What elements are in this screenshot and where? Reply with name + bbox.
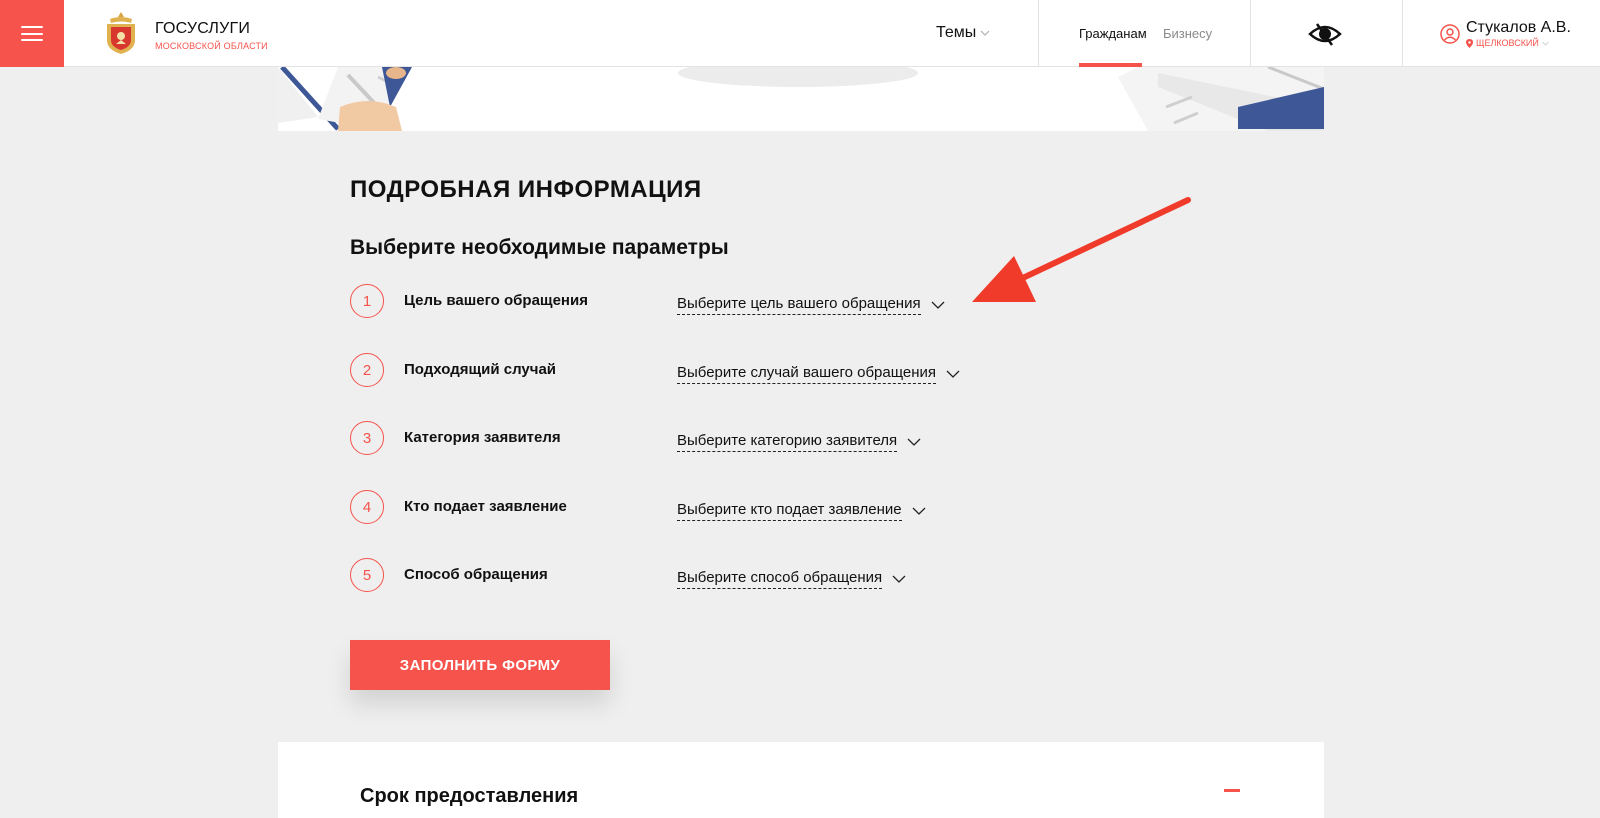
chevron-down-icon	[980, 30, 990, 36]
active-tab-indicator	[1079, 63, 1142, 67]
brand-title: ГОСУСЛУГИ	[155, 20, 251, 37]
param-row-category: 3 Категория заявителя Выберите категорию…	[350, 421, 1050, 461]
chevron-down-icon	[931, 301, 945, 309]
chevron-down-icon	[1542, 41, 1549, 45]
menu-icon	[21, 26, 43, 41]
select-value: Выберите кто подает заявление	[677, 501, 902, 521]
param-label: Цель вашего обращения	[404, 292, 588, 309]
chevron-down-icon	[946, 370, 960, 378]
tab-citizens[interactable]: Гражданам	[1079, 26, 1147, 41]
param-row-applicant: 4 Кто подает заявление Выберите кто пода…	[350, 490, 1050, 530]
brand-subtitle: МОСКОВСКОЙ ОБЛАСТИ	[155, 41, 268, 51]
category-select[interactable]: Выберите категорию заявителя	[677, 432, 921, 452]
coat-of-arms-logo[interactable]	[104, 10, 138, 56]
param-label: Категория заявителя	[404, 429, 561, 446]
step-number: 2	[350, 353, 384, 387]
fill-form-button[interactable]: ЗАПОЛНИТЬ ФОРМУ	[350, 640, 610, 690]
select-value: Выберите случай вашего обращения	[677, 364, 937, 384]
themes-label: Темы	[936, 24, 977, 41]
step-number: 1	[350, 284, 384, 318]
method-select[interactable]: Выберите способ обращения	[677, 569, 906, 589]
location-pin-icon	[1466, 38, 1473, 48]
param-row-case: 2 Подходящий случай Выберите случай ваше…	[350, 353, 1050, 393]
user-city: ЩЕЛКОВСКИЙ	[1476, 38, 1539, 48]
step-number: 3	[350, 421, 384, 455]
minus-icon[interactable]	[1224, 789, 1240, 792]
divider	[1038, 0, 1039, 67]
section-title: ПОДРОБНАЯ ИНФОРМАЦИЯ	[350, 176, 702, 203]
section-subtitle: Выберите необходимые параметры	[350, 236, 729, 259]
purpose-select[interactable]: Выберите цель вашего обращения	[677, 295, 945, 315]
brand[interactable]: ГОСУСЛУГИ МОСКОВСКОЙ ОБЛАСТИ	[155, 20, 268, 52]
chevron-down-icon	[892, 575, 906, 583]
accordion-duration[interactable]: Срок предоставления	[278, 742, 1324, 818]
top-header: ГОСУСЛУГИ МОСКОВСКОЙ ОБЛАСТИ Темы Гражда…	[0, 0, 1600, 67]
select-value: Выберите категорию заявителя	[677, 432, 898, 452]
param-label: Кто подает заявление	[404, 498, 567, 515]
accordion-title: Срок предоставления	[360, 785, 579, 807]
case-select[interactable]: Выберите случай вашего обращения	[677, 364, 960, 384]
themes-dropdown[interactable]: Темы	[936, 24, 990, 42]
divider	[1402, 0, 1403, 67]
chevron-down-icon	[907, 438, 921, 446]
param-label: Подходящий случай	[404, 361, 557, 378]
applicant-select[interactable]: Выберите кто подает заявление	[677, 501, 926, 521]
param-row-purpose: 1 Цель вашего обращения Выберите цель ва…	[350, 284, 1050, 324]
user-name[interactable]: Стукалов А.В.	[1466, 19, 1571, 37]
step-number: 4	[350, 490, 384, 524]
select-value: Выберите способ обращения	[677, 569, 883, 589]
param-row-method: 5 Способ обращения Выберите способ обращ…	[350, 558, 1050, 598]
banner-artwork	[278, 67, 1324, 131]
annotation-arrow	[972, 197, 1191, 302]
user-location[interactable]: ЩЕЛКОВСКИЙ	[1466, 38, 1549, 48]
tab-business[interactable]: Бизнесу	[1163, 26, 1212, 41]
step-number: 5	[350, 558, 384, 592]
eye-icon[interactable]	[1308, 20, 1342, 48]
select-value: Выберите цель вашего обращения	[677, 295, 921, 315]
user-icon[interactable]	[1440, 24, 1460, 44]
param-label: Способ обращения	[404, 566, 548, 583]
banner-illustration	[278, 67, 1324, 131]
divider	[1250, 0, 1251, 67]
menu-button[interactable]	[0, 0, 64, 67]
chevron-down-icon	[912, 507, 926, 515]
